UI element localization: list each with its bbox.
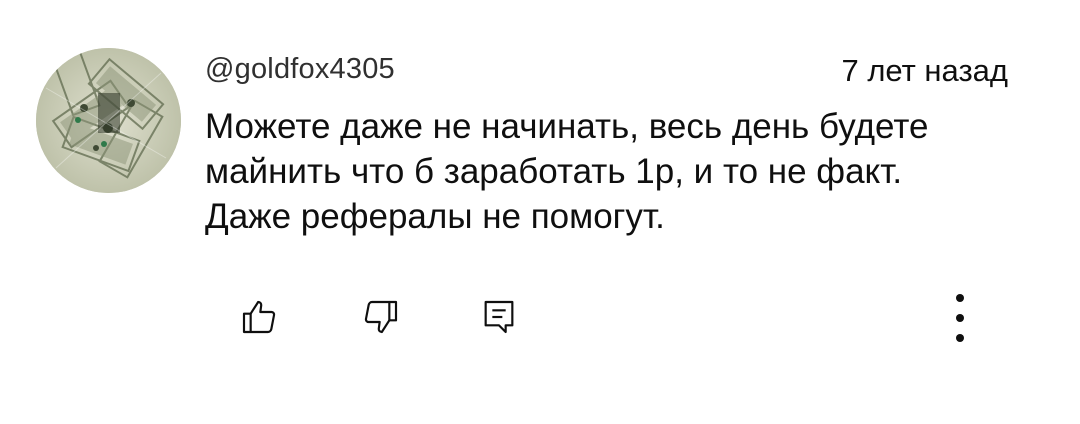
- author-name[interactable]: @goldfox4305: [205, 52, 395, 86]
- more-actions-button[interactable]: [944, 290, 976, 346]
- more-vertical-icon: [956, 314, 964, 322]
- thumb-down-icon: [364, 300, 398, 334]
- dislike-button[interactable]: [358, 294, 404, 340]
- author-avatar[interactable]: [36, 48, 181, 193]
- like-button[interactable]: [236, 294, 282, 340]
- comment-text-line: Можете даже не начинать, весь день будет…: [205, 107, 929, 146]
- comment-text: Можете даже не начинать, весь день будет…: [205, 104, 1025, 239]
- comment-text-line: майнить что б заработать 1р, и то не фак…: [205, 152, 903, 191]
- comment-card: @goldfox4305 7 лет назад Можете даже не …: [0, 0, 1080, 424]
- thumb-up-icon: [242, 300, 276, 334]
- more-vertical-icon: [956, 294, 964, 302]
- reply-comment-icon: [484, 300, 514, 334]
- money-avatar-icon: [36, 48, 181, 193]
- comment-text-line: Даже рефералы не помогут.: [205, 197, 665, 236]
- reply-button[interactable]: [476, 294, 522, 340]
- comment-timestamp[interactable]: 7 лет назад: [841, 54, 1008, 88]
- more-vertical-icon: [956, 334, 964, 342]
